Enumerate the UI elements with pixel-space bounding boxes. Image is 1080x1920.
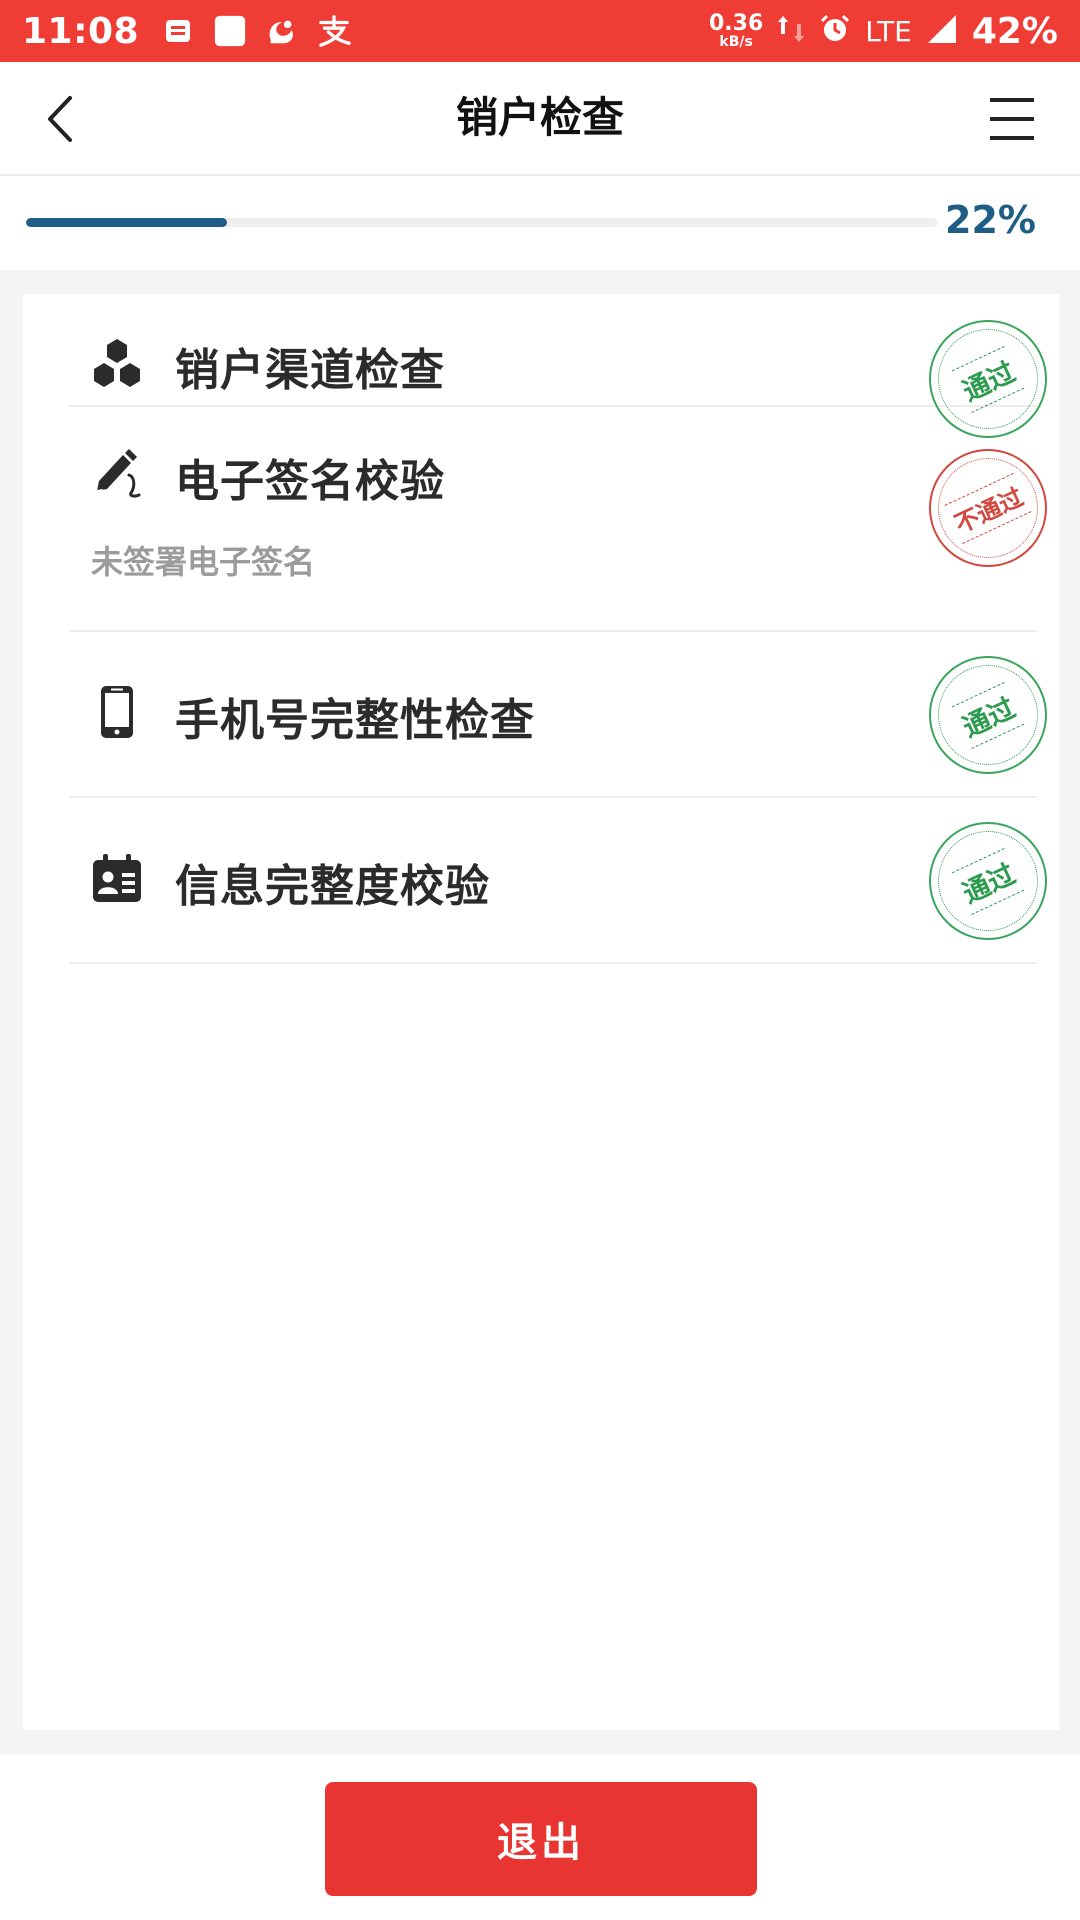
status-right: 0.36 kB/s LTE 42%	[709, 11, 1058, 52]
progress-section: 22%	[0, 176, 1080, 270]
network-type: LTE	[865, 14, 912, 48]
progress-bar	[26, 218, 938, 227]
fail-stamp: 不通过	[929, 449, 1047, 567]
progress-fill	[26, 218, 227, 227]
pass-stamp: 通过	[929, 656, 1047, 774]
page-title: 销户检查	[455, 93, 624, 142]
check-title: 信息完整度校验	[175, 861, 490, 912]
footer: 退出	[0, 1755, 1080, 1920]
exit-button[interactable]: 退出	[325, 1782, 757, 1896]
check-subtitle: 未签署电子签名	[91, 543, 316, 581]
alarm-icon	[819, 13, 851, 49]
check-item-info: 信息完整度校验 通过	[69, 798, 1047, 964]
check-item-channel: 销户渠道检查 通过	[69, 294, 1047, 438]
network-speed: 0.36 kB/s	[709, 11, 764, 50]
menu-icon	[990, 98, 1034, 140]
check-title: 手机号完整性检查	[175, 695, 535, 746]
pass-stamp: 通过	[929, 822, 1047, 940]
alipay-icon	[317, 14, 351, 48]
notification-icon	[161, 14, 195, 48]
content-area: 销户渠道检查 通过 电子签名校验 未签署电子签名 不通过 手机号完整性检查 通过…	[0, 270, 1080, 1755]
uc-browser-icon	[265, 14, 299, 48]
check-title: 电子签名校验	[175, 456, 445, 507]
app-square-icon	[213, 14, 247, 48]
pen-icon	[96, 449, 141, 498]
check-item-signature: 电子签名校验 未签署电子签名 不通过	[69, 407, 1047, 632]
notification-icons	[161, 14, 351, 48]
cubes-icon	[94, 339, 140, 387]
phone-icon	[101, 686, 133, 738]
menu-button[interactable]	[984, 94, 1040, 144]
progress-percent: 22%	[945, 198, 1036, 242]
status-bar: 11:08 0.36 kB/s LTE 42%	[0, 0, 1080, 62]
check-item-phone: 手机号完整性检查 通过	[69, 632, 1047, 798]
header: 销户检查	[0, 62, 1080, 176]
status-time: 11:08	[22, 10, 140, 52]
check-list: 销户渠道检查 通过 电子签名校验 未签署电子签名 不通过 手机号完整性检查 通过…	[23, 294, 1059, 1730]
upload-arrow-icon	[777, 14, 789, 48]
check-title: 销户渠道检查	[175, 345, 445, 396]
battery-level: 42%	[971, 10, 1058, 52]
signal-icon	[926, 13, 958, 49]
id-card-icon	[93, 854, 141, 902]
download-arrow-icon	[793, 14, 805, 48]
